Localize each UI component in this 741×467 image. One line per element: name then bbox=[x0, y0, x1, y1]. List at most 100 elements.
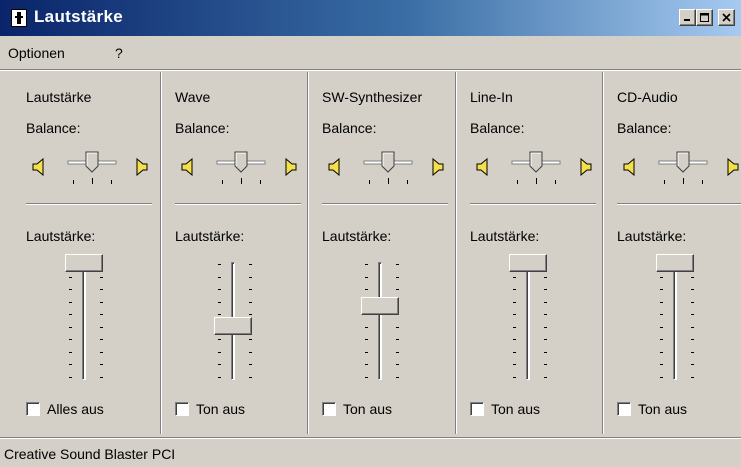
volume-label: Lautstärke: bbox=[322, 228, 392, 244]
volume-tick bbox=[69, 314, 72, 315]
volume-tick bbox=[218, 289, 221, 290]
mute-checkbox[interactable] bbox=[322, 402, 336, 416]
volume-slider-thumb[interactable] bbox=[214, 316, 252, 335]
speaker-right-icon bbox=[432, 158, 444, 176]
volume-tick bbox=[218, 339, 221, 340]
volume-tick bbox=[218, 314, 221, 315]
channel-panel-line-in: Line-In Balance: Lautstärke: Ton aus bbox=[455, 72, 599, 434]
balance-slider[interactable] bbox=[66, 150, 117, 190]
volume-tick bbox=[544, 314, 547, 315]
window-title: Lautstärke bbox=[34, 7, 123, 26]
channel-panel-wave: Wave Balance: Lautstärke: Ton aus bbox=[160, 72, 304, 434]
mute-checkbox[interactable] bbox=[175, 402, 189, 416]
volume-tick bbox=[69, 376, 72, 378]
volume-tick bbox=[365, 289, 368, 290]
volume-tick bbox=[660, 301, 663, 303]
speaker-app-icon[interactable] bbox=[11, 9, 27, 27]
speaker-right-icon bbox=[580, 158, 592, 176]
volume-tick bbox=[249, 351, 252, 353]
volume-tick bbox=[396, 326, 399, 328]
volume-tick bbox=[544, 276, 547, 278]
volume-track[interactable] bbox=[526, 262, 530, 380]
mute-checkbox[interactable] bbox=[617, 402, 631, 416]
volume-tick bbox=[660, 276, 663, 278]
volume-tick bbox=[365, 264, 368, 265]
volume-tick bbox=[100, 301, 103, 303]
volume-tick bbox=[100, 376, 103, 378]
balance-label: Balance: bbox=[26, 120, 81, 136]
maximize-button[interactable] bbox=[696, 9, 713, 26]
minimize-button[interactable] bbox=[679, 9, 696, 26]
mute-label: Ton aus bbox=[491, 401, 541, 417]
volume-slider-thumb[interactable] bbox=[656, 254, 694, 272]
speaker-right-icon bbox=[727, 158, 739, 176]
volume-tick bbox=[544, 339, 547, 340]
volume-tick bbox=[365, 326, 368, 328]
volume-tick bbox=[69, 301, 72, 303]
channel-name: Line-In bbox=[470, 89, 513, 105]
volume-tick bbox=[660, 314, 663, 315]
volume-tick bbox=[660, 376, 663, 378]
balance-label: Balance: bbox=[175, 120, 230, 136]
volume-tick bbox=[100, 276, 103, 278]
close-button[interactable] bbox=[718, 9, 735, 26]
volume-tick bbox=[69, 289, 72, 290]
volume-tick bbox=[691, 351, 694, 353]
channel-panel-master: Lautstärke Balance: Lautstärke: Alles au… bbox=[20, 72, 163, 434]
volume-tick bbox=[100, 314, 103, 315]
channel-panel-sw-synth: SW-Synthesizer Balance: Lautstärke: Ton … bbox=[307, 72, 451, 434]
volume-tick bbox=[365, 376, 368, 378]
title-bar[interactable]: Lautstärke bbox=[0, 0, 741, 36]
volume-tick bbox=[100, 339, 103, 340]
volume-slider-thumb[interactable] bbox=[361, 297, 399, 316]
volume-tick bbox=[396, 376, 399, 378]
volume-track[interactable] bbox=[378, 262, 382, 380]
volume-track[interactable] bbox=[673, 262, 677, 380]
mute-checkbox[interactable] bbox=[470, 402, 484, 416]
balance-label: Balance: bbox=[470, 120, 525, 136]
volume-tick bbox=[365, 364, 368, 365]
speaker-left-icon bbox=[476, 158, 488, 176]
balance-slider[interactable] bbox=[362, 150, 413, 190]
balance-slider[interactable] bbox=[510, 150, 561, 190]
volume-tick bbox=[513, 289, 516, 290]
volume-slider-thumb[interactable] bbox=[65, 254, 103, 272]
balance-slider[interactable] bbox=[657, 150, 708, 190]
mute-label: Ton aus bbox=[196, 401, 246, 417]
balance-slider[interactable] bbox=[215, 150, 266, 190]
volume-tick bbox=[660, 326, 663, 328]
volume-tick bbox=[69, 276, 72, 278]
divider bbox=[617, 203, 741, 205]
divider bbox=[470, 203, 596, 205]
channel-name: Wave bbox=[175, 89, 211, 105]
volume-tick bbox=[218, 351, 221, 353]
volume-tick bbox=[218, 264, 221, 265]
volume-tick bbox=[365, 339, 368, 340]
volume-tick bbox=[660, 351, 663, 353]
maximize-icon bbox=[700, 13, 709, 22]
mute-label: Ton aus bbox=[638, 401, 688, 417]
volume-tick bbox=[100, 351, 103, 353]
balance-label: Balance: bbox=[617, 120, 672, 136]
volume-tick bbox=[513, 314, 516, 315]
volume-tick bbox=[249, 264, 252, 265]
menu-options[interactable]: Optionen bbox=[8, 45, 65, 61]
volume-label: Lautstärke: bbox=[617, 228, 687, 244]
volume-label: Lautstärke: bbox=[470, 228, 540, 244]
volume-tick bbox=[249, 364, 252, 365]
volume-tick bbox=[396, 264, 399, 265]
volume-tick bbox=[249, 289, 252, 290]
volume-tick bbox=[691, 276, 694, 278]
volume-slider-thumb[interactable] bbox=[509, 254, 547, 272]
volume-tick bbox=[544, 301, 547, 303]
mute-checkbox[interactable] bbox=[26, 402, 40, 416]
volume-tick bbox=[544, 289, 547, 290]
menu-help[interactable]: ? bbox=[115, 45, 123, 61]
volume-track[interactable] bbox=[82, 262, 86, 380]
mute-label: Alles aus bbox=[47, 401, 104, 417]
close-icon bbox=[722, 13, 731, 22]
volume-tick bbox=[691, 289, 694, 290]
speaker-left-icon bbox=[181, 158, 193, 176]
volume-tick bbox=[218, 376, 221, 378]
volume-tick bbox=[69, 339, 72, 340]
